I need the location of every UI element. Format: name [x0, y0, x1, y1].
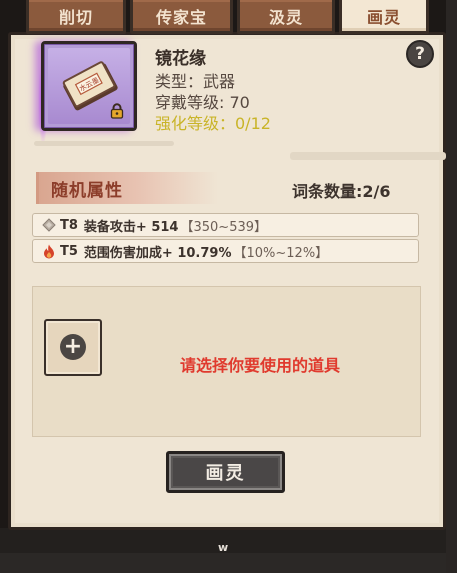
plus-icon[interactable]: + — [60, 334, 86, 360]
affix-range: 【10%~12%】 — [233, 245, 329, 261]
fire-icon — [39, 243, 59, 259]
paint-spirit-button[interactable]: 画灵 — [166, 451, 285, 493]
footer-mark: w — [218, 541, 229, 554]
tab-absorb[interactable]: 汲灵 — [237, 0, 335, 34]
affix-tier: T8 — [60, 217, 78, 233]
tab-shave[interactable]: 削切 — [26, 0, 126, 34]
affix-text: 装备攻击+ 514 — [83, 219, 179, 235]
affix-row: T5 范围伤害加成+ 10.79% 【10%~12%】 — [32, 239, 419, 263]
background-bottom-band — [0, 553, 457, 573]
select-item-hint: 请选择你要使用的道具 — [180, 356, 341, 375]
help-icon: ? — [415, 44, 425, 64]
paint-spirit-button-label: 画灵 — [205, 463, 246, 484]
header-divider-left — [34, 141, 174, 146]
diamond-icon — [39, 217, 59, 233]
tab-paint-spirit[interactable]: 画灵 — [339, 0, 429, 34]
attributes-title: 随机属性 — [51, 181, 123, 201]
header-divider-right — [290, 152, 446, 160]
item-name: 镜花缘 — [155, 49, 206, 69]
affix-count: 词条数量:2/6 — [292, 182, 391, 201]
lock-icon — [110, 103, 124, 119]
help-button[interactable]: ? — [406, 40, 434, 68]
item-enhance-level: 强化等级：0/12 — [155, 114, 271, 133]
tab-heirloom[interactable]: 传家宝 — [130, 0, 233, 34]
affix-text: 范围伤害加成+ 10.79% — [83, 245, 232, 261]
affix-range: 【350~539】 — [180, 219, 268, 235]
affix-tier: T5 — [60, 243, 78, 259]
affix-row: T8 装备攻击+ 514 【350~539】 — [32, 213, 419, 237]
background-right-strip — [446, 0, 457, 573]
tab-bar: 削切 传家宝 汲灵 画灵 — [26, 0, 429, 34]
